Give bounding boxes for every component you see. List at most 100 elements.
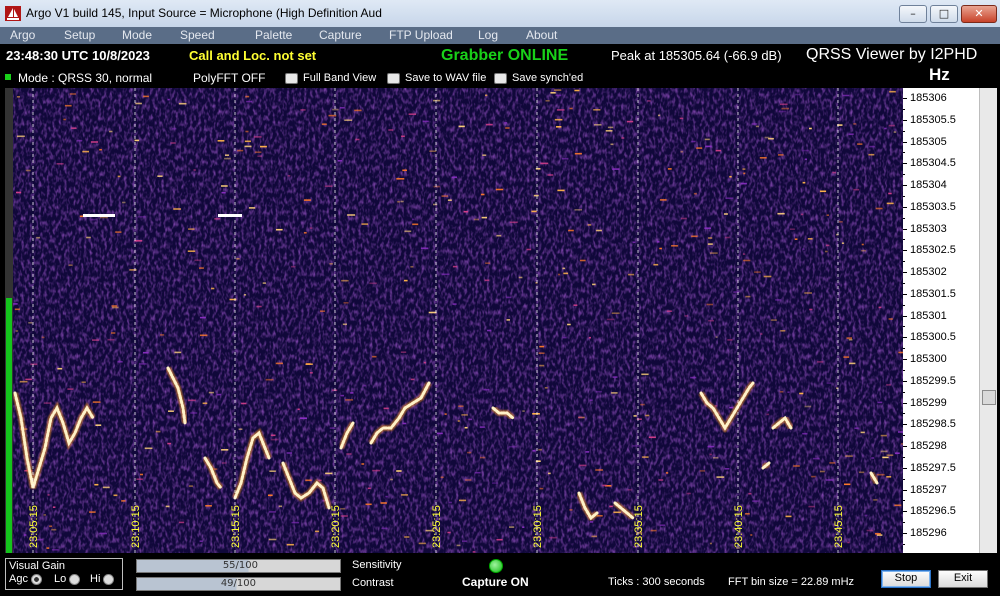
save-wav-check-icon[interactable] (387, 72, 400, 84)
noise-speck (752, 500, 759, 502)
noise-speck (345, 399, 354, 401)
agc-radio[interactable]: Agc (9, 573, 43, 585)
freq-minor-tick (903, 304, 905, 306)
noise-speck (866, 529, 874, 532)
noise-speck (779, 391, 784, 393)
noise-speck (404, 536, 410, 538)
freq-tick (903, 380, 907, 382)
noise-speck (90, 141, 99, 143)
noise-speck (595, 469, 603, 471)
noise-speck (869, 145, 875, 148)
lo-radio[interactable]: Lo (54, 573, 81, 585)
minimize-button[interactable]: – (899, 5, 927, 23)
noise-speck (436, 432, 443, 435)
noise-speck (754, 271, 761, 273)
noise-speck (838, 221, 843, 223)
full-band-checkbox[interactable]: Full Band View (285, 72, 376, 84)
close-button[interactable]: ✕ (961, 5, 997, 23)
scrollbar-thumb[interactable] (982, 390, 996, 405)
full-band-label: Full Band View (303, 72, 377, 84)
noise-speck (894, 504, 902, 507)
noise-speck (845, 455, 853, 457)
noise-speck (849, 362, 856, 365)
noise-speck (579, 464, 587, 467)
noise-speck (188, 485, 193, 487)
noise-speck (642, 456, 649, 458)
freq-minor-tick (903, 543, 905, 545)
menu-ftp-upload[interactable]: FTP Upload (389, 28, 453, 42)
noise-speck (418, 542, 426, 545)
sensitivity-slider[interactable]: 55/100 (136, 559, 341, 573)
noise-speck (30, 363, 38, 366)
noise-speck (690, 376, 697, 379)
hi-radio[interactable]: Hi (90, 573, 115, 585)
exit-button[interactable]: Exit (938, 570, 988, 588)
spectrogram-waterfall[interactable]: 23:05:15 23:10:15 23:15:15 23:20:15 23:25:15… (13, 88, 903, 553)
noise-speck (568, 229, 574, 232)
frequency-scrollbar[interactable] (979, 88, 997, 553)
maximize-button[interactable]: □ (930, 5, 958, 23)
menu-argo[interactable]: Argo (10, 28, 35, 42)
noise-speck (190, 412, 198, 414)
noise-speck (205, 505, 212, 507)
menu-palette[interactable]: Palette (255, 28, 292, 42)
noise-speck (347, 214, 356, 216)
noise-speck (462, 540, 467, 542)
noise-speck (115, 231, 122, 233)
save-synched-check-icon[interactable] (494, 72, 507, 84)
full-band-check-icon[interactable] (285, 72, 298, 84)
noise-speck (400, 351, 407, 353)
noise-speck (853, 188, 860, 191)
menu-log[interactable]: Log (478, 28, 498, 42)
noise-speck (545, 100, 550, 102)
freq-minor-tick (903, 369, 905, 371)
noise-speck (248, 207, 256, 209)
menu-about[interactable]: About (526, 28, 557, 42)
noise-speck (853, 123, 857, 125)
noise-speck (86, 236, 91, 239)
noise-speck (241, 402, 247, 405)
noise-speck (755, 125, 759, 128)
lo-radio-icon[interactable] (69, 573, 81, 585)
noise-speck (696, 147, 703, 149)
noise-speck (804, 292, 812, 294)
menu-setup[interactable]: Setup (64, 28, 95, 42)
agc-radio-icon[interactable] (31, 573, 43, 585)
noise-speck (636, 418, 642, 420)
freq-minor-tick (903, 239, 905, 241)
noise-speck (808, 505, 815, 508)
noise-speck (457, 420, 460, 422)
carrier-mark (218, 214, 242, 217)
noise-speck (238, 428, 243, 430)
menu-speed[interactable]: Speed (180, 28, 215, 42)
save-synched-checkbox[interactable]: Save synch'ed (494, 72, 583, 84)
menu-mode[interactable]: Mode (122, 28, 152, 42)
menu-capture[interactable]: Capture (319, 28, 362, 42)
noise-speck (380, 502, 387, 504)
noise-speck (199, 540, 203, 542)
control-panel: Visual Gain Agc Lo Hi 55/100 Sensitivity… (0, 553, 1000, 596)
noise-speck (319, 310, 325, 312)
noise-speck (569, 107, 573, 110)
polyfft-toggle[interactable]: PolyFFT OFF (193, 71, 265, 85)
noise-speck (481, 216, 487, 219)
contrast-slider[interactable]: 49/100 (136, 577, 341, 591)
noise-speck (658, 479, 664, 481)
noise-speck (727, 339, 733, 341)
noise-speck (729, 175, 732, 178)
noise-speck (321, 123, 327, 125)
save-wav-checkbox[interactable]: Save to WAV file (387, 72, 486, 84)
status-panel: 23:48:30 UTC 10/8/2023 Call and Loc. not… (0, 44, 1000, 88)
noise-speck (709, 252, 718, 254)
noise-speck (286, 452, 293, 454)
hi-radio-icon[interactable] (103, 573, 115, 585)
freq-label: 185303 (910, 222, 947, 235)
stop-button[interactable]: Stop (881, 570, 931, 588)
freq-minor-tick (903, 456, 905, 458)
noise-speck (842, 94, 850, 97)
argo-app-icon[interactable] (5, 6, 21, 21)
noise-speck (465, 479, 472, 481)
noise-speck (770, 319, 777, 321)
noise-speck (873, 499, 878, 501)
noise-speck (385, 495, 388, 498)
